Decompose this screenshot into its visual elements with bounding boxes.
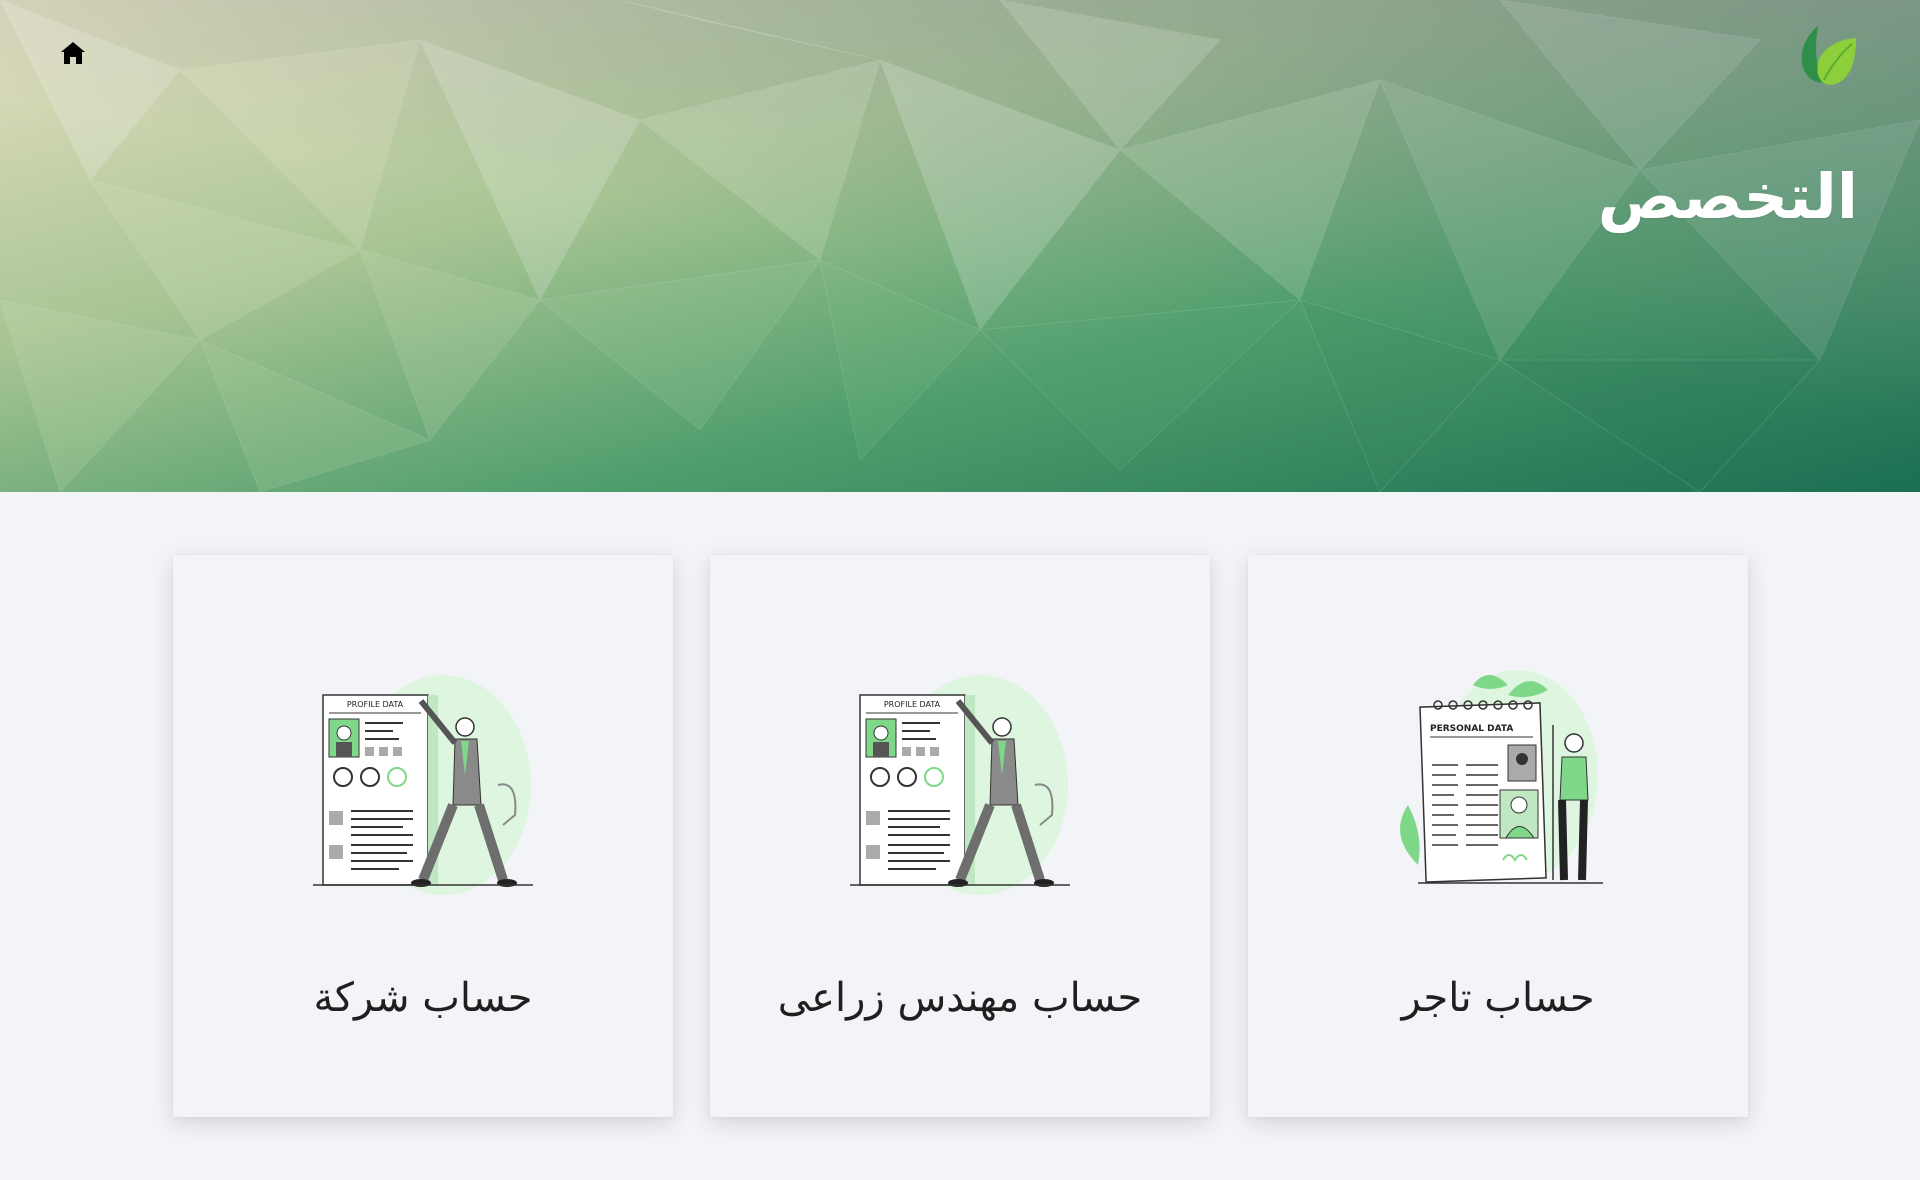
profile-data-illustration: PROFILE DATA bbox=[850, 675, 1070, 895]
page-title: التخصص bbox=[1597, 160, 1858, 233]
profile-data-illustration: PROFILE DATA bbox=[313, 675, 533, 895]
hero-background bbox=[0, 0, 1920, 492]
company-account-card[interactable]: PROFILE DATA حساب شركة bbox=[173, 555, 673, 1117]
merchant-account-card[interactable]: PERSONAL DATA حساب تاجر bbox=[1248, 555, 1748, 1117]
home-button[interactable] bbox=[58, 38, 88, 68]
illustration-heading: PROFILE DATA bbox=[347, 700, 404, 709]
leaf-logo-icon[interactable] bbox=[1796, 22, 1860, 90]
illustration-heading: PROFILE DATA bbox=[884, 700, 941, 709]
merchant-account-label: حساب تاجر bbox=[1401, 975, 1595, 1021]
agri-engineer-account-label: حساب مهندس زراعى bbox=[777, 975, 1143, 1021]
personal-data-illustration: PERSONAL DATA bbox=[1400, 670, 1603, 884]
home-icon bbox=[61, 42, 85, 64]
company-account-label: حساب شركة bbox=[313, 975, 533, 1021]
agri-engineer-account-card[interactable]: PROFILE DATA حساب مهندس زراعى bbox=[710, 555, 1210, 1117]
illustration-heading: PERSONAL DATA bbox=[1430, 724, 1513, 734]
hero-banner: التخصص bbox=[0, 0, 1920, 492]
account-type-cards: PROFILE DATA حساب شركة PROFILE DATA حساب… bbox=[173, 555, 1748, 1117]
